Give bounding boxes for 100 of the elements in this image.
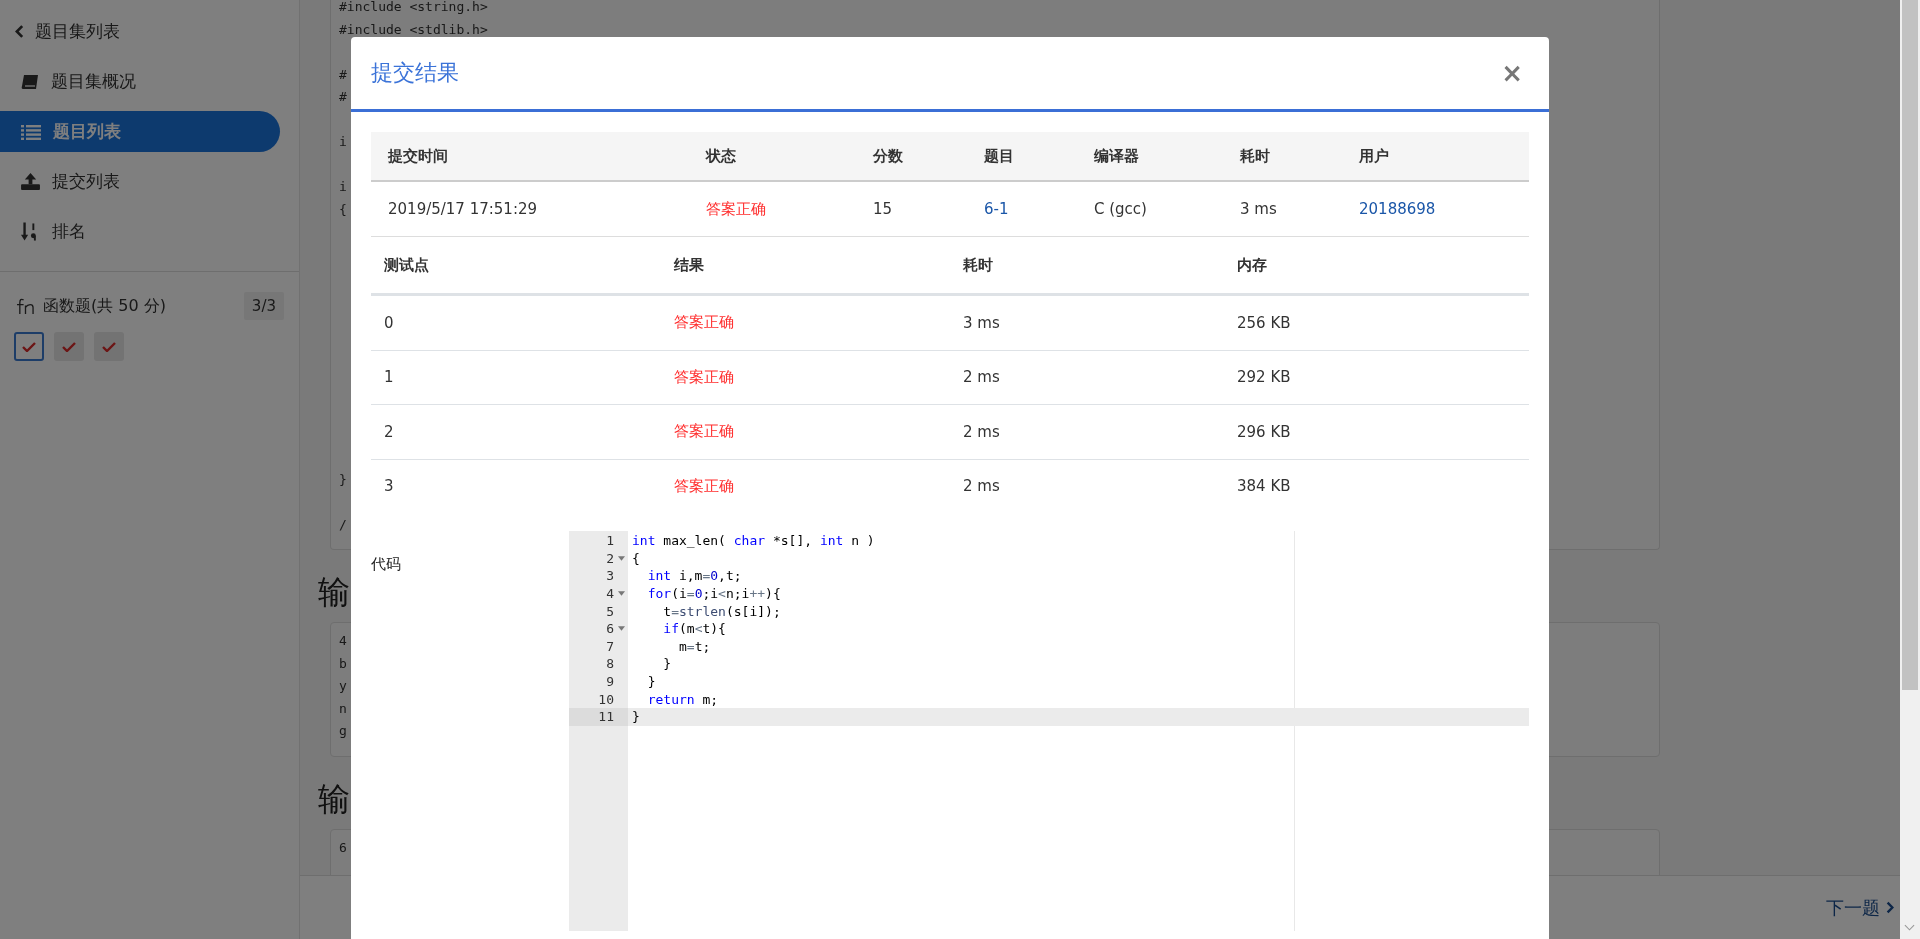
fold-icon[interactable]: [618, 555, 625, 561]
back-link[interactable]: 题目集列表: [0, 0, 299, 44]
code-line: int i,m=0,t;: [646, 568, 742, 584]
code-line: return m;: [646, 691, 719, 707]
table-cell-text: 2: [383, 422, 395, 441]
column-header: 测试点: [383, 255, 430, 275]
code-line: #: [339, 88, 347, 106]
table-cell-text: 答案正确: [705, 199, 767, 219]
sample-line: y: [339, 678, 347, 695]
table-link[interactable]: 6-1: [967, 200, 1077, 218]
code-line: #include <string.h>: [339, 0, 488, 16]
table-cell-text: 3 ms: [1239, 200, 1278, 218]
table-cell-text: 256 KB: [1236, 313, 1292, 332]
column-header: 用户: [1358, 146, 1390, 166]
table-cell-text: 2 ms: [962, 368, 1001, 387]
table-cell-text: 15: [872, 200, 894, 218]
sample-line: b: [339, 655, 347, 673]
section-title: 函数题(共 50 分): [43, 295, 167, 317]
line-number: 2: [606, 550, 614, 566]
next-link[interactable]: 下一题: [1826, 895, 1880, 920]
nav-item[interactable]: 题目集概况: [0, 61, 280, 102]
scrollbar[interactable]: [1900, 0, 1920, 939]
chevron-down-icon: [1904, 924, 1915, 931]
problem-tile[interactable]: [14, 332, 44, 361]
line-number: 5: [606, 603, 614, 619]
list-icon: [21, 123, 41, 140]
chevron-right-icon: [1886, 901, 1894, 914]
code-line: if(m<t){: [662, 621, 726, 637]
table-link[interactable]: 20188698: [1342, 200, 1529, 218]
code-line: for(i=0;i<n;i++){: [646, 586, 781, 602]
nav-item[interactable]: 提交列表: [0, 161, 280, 202]
table-cell-text: 答案正确: [673, 422, 735, 442]
fold-icon[interactable]: [618, 626, 625, 632]
line-number: 10: [598, 691, 614, 707]
table-cell-text: 3 ms: [962, 313, 1001, 332]
fold-icon[interactable]: [618, 591, 625, 597]
table-cell-text: 384 KB: [1236, 477, 1292, 496]
line-number: 1: [606, 533, 614, 549]
problem-tile[interactable]: [54, 332, 84, 361]
check-icon: [22, 341, 36, 352]
code-line: int max_len( char *s[], int n ): [631, 533, 875, 549]
code-line: i: [339, 178, 347, 196]
code-line: #: [339, 65, 347, 84]
sample-line: g: [339, 723, 347, 740]
table-cell-text: 3: [383, 477, 395, 496]
column-header: 编译器: [1093, 146, 1140, 166]
close-button[interactable]: ×: [1497, 58, 1527, 88]
column-header: 耗时: [962, 255, 994, 275]
problem-tile[interactable]: [94, 332, 124, 361]
column-header: 分数: [872, 146, 904, 166]
column-header: 状态: [704, 146, 737, 166]
function-icon: [16, 297, 35, 315]
line-number: 3: [606, 568, 614, 584]
line-number: 7: [606, 638, 614, 654]
check-icon: [102, 341, 116, 352]
line-number: 9: [606, 674, 614, 690]
book-icon: [21, 73, 39, 90]
table-cell-text: 1: [383, 368, 395, 387]
table-cell-text: 2 ms: [962, 477, 1001, 496]
table-cell-text: 0: [383, 313, 395, 332]
code-label: 代码: [371, 554, 402, 575]
sample-line: n: [339, 700, 347, 718]
section-heading: 输: [318, 778, 350, 819]
nav-item[interactable]: 题目列表: [0, 111, 280, 152]
code-line: }: [646, 674, 656, 690]
line-number: 8: [606, 656, 614, 672]
code-line: {: [339, 200, 347, 219]
count-badge: 3/3: [243, 292, 284, 320]
table-cell-text: 2 ms: [962, 422, 1001, 441]
sample-line: 6: [339, 839, 347, 857]
nav-item[interactable]: 排名: [0, 211, 280, 252]
code-line: }: [339, 470, 347, 489]
column-header: 题目: [983, 146, 1015, 166]
column-header: 提交时间: [387, 146, 449, 166]
code-line: t=strlen(s[i]);: [662, 603, 781, 619]
table-cell-text: 2019/5/17 17:51:29: [387, 200, 539, 218]
code-line: }: [631, 709, 640, 725]
dialog-title: 提交结果: [371, 59, 459, 87]
code-line: m=t;: [677, 638, 711, 654]
table-cell-text: 答案正确: [673, 313, 735, 333]
code-line: }: [662, 656, 672, 672]
sample-line: 4: [339, 633, 347, 650]
table-cell-text: 292 KB: [1236, 368, 1292, 387]
table-cell-text: 答案正确: [673, 476, 735, 496]
chevron-left-icon: [15, 24, 24, 38]
code-line: i: [339, 133, 347, 151]
table-cell-text: 296 KB: [1236, 422, 1292, 441]
line-number: 4: [606, 586, 614, 602]
column-header: 内存: [1236, 255, 1268, 275]
line-number: 11: [598, 709, 614, 725]
table-cell-text: C (gcc): [1093, 200, 1148, 218]
check-icon: [62, 341, 76, 352]
section-heading: 输: [318, 572, 350, 612]
code-line: /: [339, 515, 347, 534]
code-line: #include <stdlib.h>: [339, 20, 488, 39]
upload-icon: [21, 173, 40, 190]
column-header: 结果: [673, 255, 705, 275]
column-header: 耗时: [1239, 146, 1271, 166]
line-number: 6: [606, 621, 614, 637]
table-cell-text: 答案正确: [673, 367, 735, 387]
